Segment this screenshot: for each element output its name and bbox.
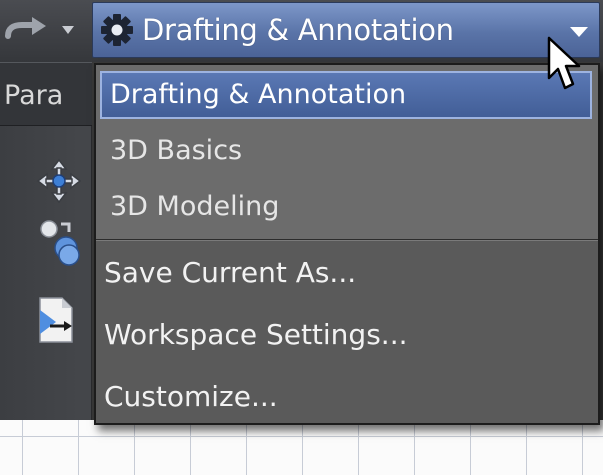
drawing-canvas-grid[interactable] <box>0 420 603 475</box>
paste-icon[interactable] <box>36 296 78 344</box>
menu-item-workspace-settings[interactable]: Workspace Settings... <box>100 311 592 359</box>
ribbon-tab-bar: Para <box>0 62 92 126</box>
workspace-switcher[interactable]: Drafting & Annotation <box>92 2 600 58</box>
copy-icon[interactable] <box>36 218 84 268</box>
redo-button[interactable] <box>0 14 52 48</box>
tab-parametric[interactable]: Para <box>4 79 63 113</box>
menu-item-customize[interactable]: Customize... <box>100 373 592 421</box>
menu-item-save-current-as[interactable]: Save Current As... <box>100 249 592 297</box>
mouse-pointer-icon <box>547 36 581 90</box>
workspace-dropdown-menu: Drafting & Annotation 3D Basics 3D Model… <box>94 63 600 425</box>
menu-item-drafting-annotation[interactable]: Drafting & Annotation <box>100 71 592 119</box>
chevron-down-icon <box>62 26 74 34</box>
menu-item-3d-modeling[interactable]: 3D Modeling <box>100 183 592 231</box>
workspace-current-label: Drafting & Annotation <box>142 13 454 47</box>
menu-separator <box>96 239 598 241</box>
redo-icon <box>5 17 46 39</box>
quick-access-dropdown-button[interactable] <box>60 22 76 36</box>
menu-item-3d-basics[interactable]: 3D Basics <box>100 127 592 175</box>
quick-access-toolbar: Drafting & Annotation <box>0 0 603 62</box>
move-icon[interactable] <box>36 158 82 204</box>
gear-icon <box>101 14 133 46</box>
